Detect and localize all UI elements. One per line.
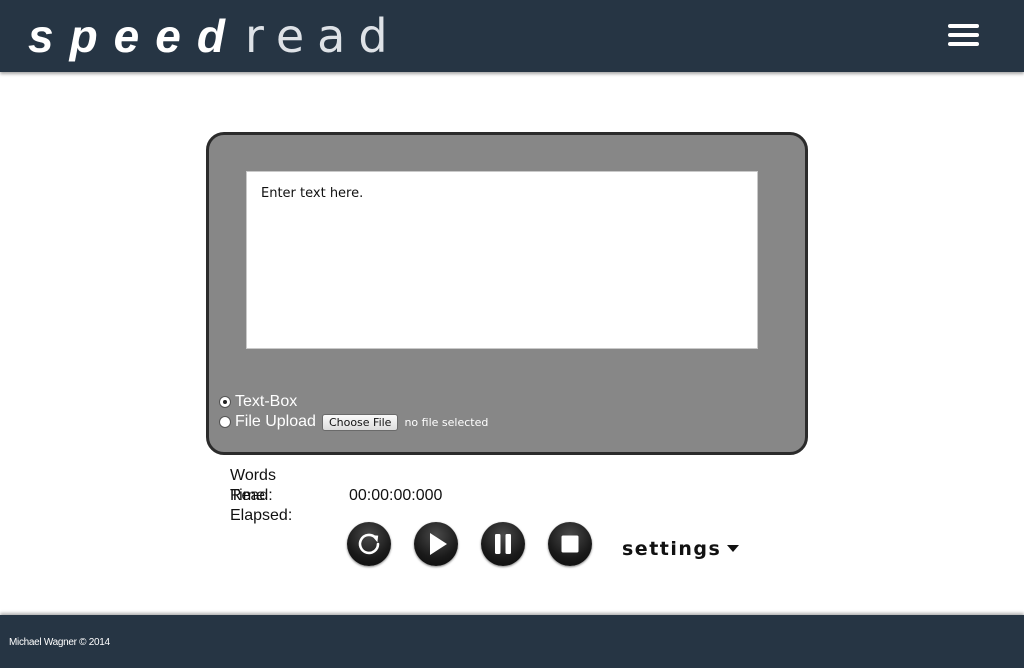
file-status-text: no file selected [404, 415, 489, 429]
pause-icon [495, 534, 511, 554]
play-button[interactable] [414, 522, 458, 566]
file-upload-radio-label: File Upload [235, 413, 316, 430]
reader-panel: Enter text here. Text-Box File Upload Ch… [206, 132, 808, 455]
file-upload-radio[interactable] [219, 416, 231, 428]
logo-bold-text: speed [28, 10, 241, 62]
caret-down-icon [727, 545, 740, 552]
footer-bar: Michael Wagner © 2014 [0, 615, 1024, 668]
speedread-logo: speedread [28, 8, 401, 68]
pause-button[interactable] [481, 522, 525, 566]
hamburger-menu-icon[interactable] [946, 22, 980, 48]
time-elapsed-label: Time Elapsed: [230, 487, 293, 524]
menu-bar-top [948, 24, 979, 28]
header-bar: speedread [0, 0, 1024, 72]
settings-label: settings [622, 538, 722, 560]
text-input[interactable]: Enter text here. [246, 171, 758, 349]
textbox-radio-label: Text-Box [235, 393, 298, 410]
stop-icon [561, 535, 579, 553]
logo-light-text: read [244, 9, 401, 63]
play-icon [430, 533, 447, 555]
stop-button[interactable] [548, 522, 592, 566]
settings-dropdown[interactable]: settings [622, 538, 740, 560]
textbox-radio[interactable] [219, 396, 231, 408]
time-elapsed-value: 00:00:00:000 [349, 487, 443, 504]
restart-button[interactable] [347, 522, 391, 566]
menu-bar-middle [948, 33, 979, 37]
choose-file-button[interactable]: Choose File [321, 413, 399, 431]
restart-icon [358, 533, 380, 555]
source-option-file-upload[interactable]: File Upload Choose File no file selected [219, 412, 488, 432]
source-option-textbox[interactable]: Text-Box [219, 392, 297, 412]
menu-bar-bottom [948, 42, 979, 46]
footer-copyright: Michael Wagner © 2014 [9, 637, 110, 648]
